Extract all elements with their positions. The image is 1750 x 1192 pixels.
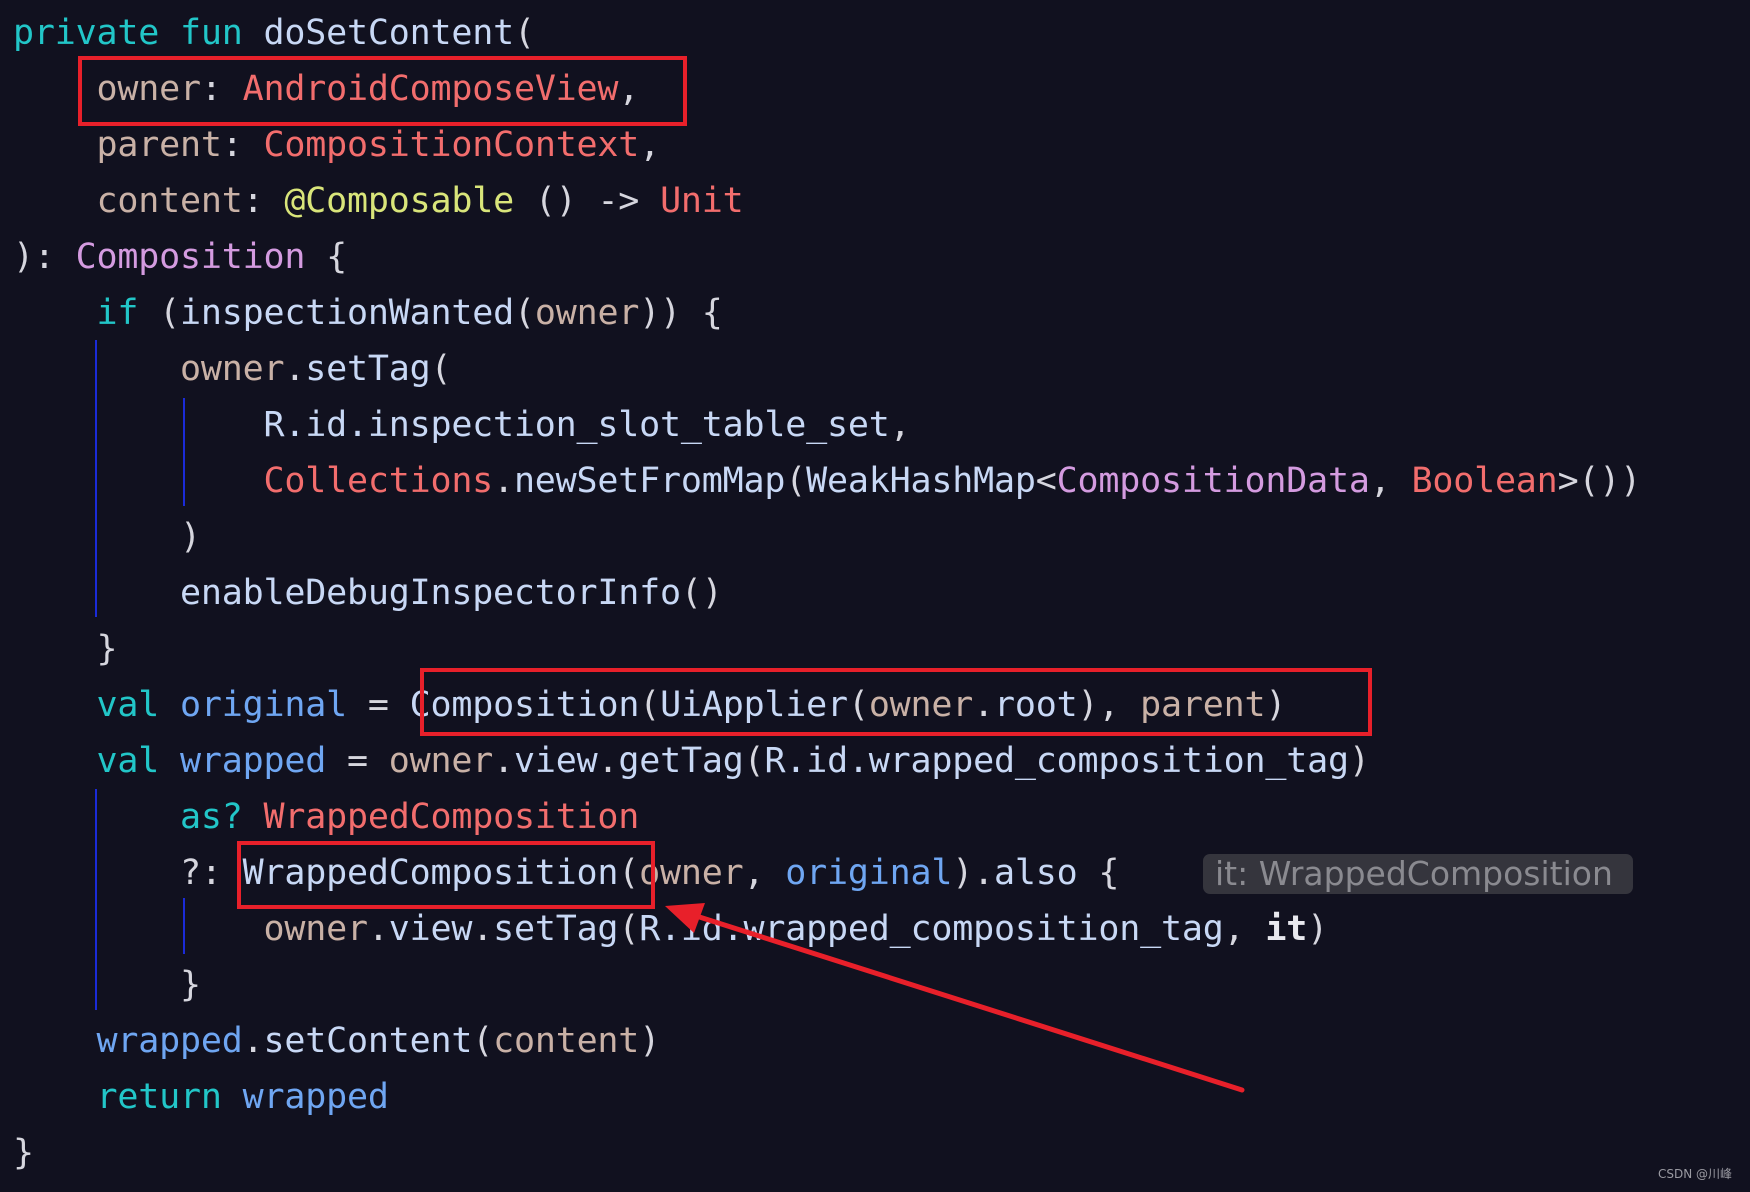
- highlight-box-wrapped-composition: [237, 841, 655, 909]
- arrow-line: [687, 911, 1245, 1093]
- highlight-box-composition-call: [420, 668, 1372, 736]
- arrow-head: [665, 903, 705, 933]
- watermark: CSDN @川峰: [1657, 1167, 1732, 1181]
- annotation-overlay: [78, 56, 1372, 1093]
- highlight-box-owner-param: [78, 56, 687, 126]
